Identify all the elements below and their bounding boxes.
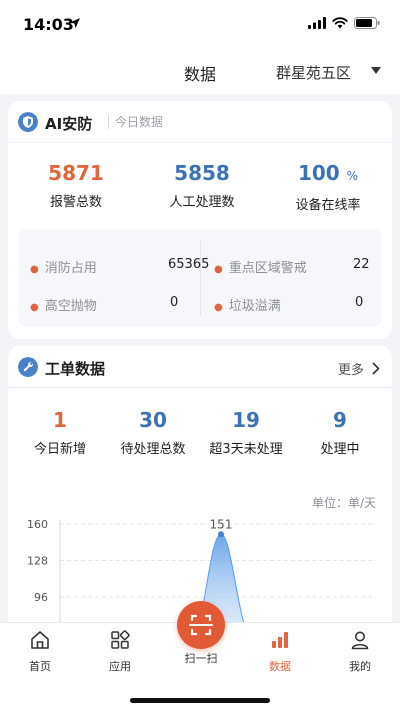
tab-data[interactable]: 数据 <box>250 629 310 674</box>
tab-home[interactable]: 首页 <box>10 629 70 674</box>
stat-label: 报警总数 <box>49 195 102 210</box>
wifi-icon <box>332 17 348 29</box>
stat-value: 100 % <box>280 161 376 188</box>
chart-y-tick-label: 128 <box>27 555 48 568</box>
alarm-name: 消防占用 <box>44 261 97 276</box>
stat-value: 9 <box>333 408 347 432</box>
stat-alarm-total[interactable]: 5871 报警总数 <box>28 161 124 210</box>
chart-y-tick-label: 96 <box>34 591 48 604</box>
stat-number: 100 <box>297 161 340 185</box>
alarm-item-garbage-overflow[interactable]: ● 垃圾溢满 <box>214 295 281 314</box>
ai-security-card: AI安防 今日数据 5871 报警总数 5858 人工处理数 100 % 设备在… <box>8 101 392 339</box>
chart-peak-point <box>218 531 224 538</box>
divider <box>200 241 201 315</box>
stat-label: 待处理总数 <box>120 442 186 457</box>
alarm-value: 0 <box>355 295 364 310</box>
chart-y-tick-label: 160 <box>27 518 48 531</box>
status-time: 14:03 <box>23 15 74 34</box>
bullet-dot-icon: ● <box>30 302 39 313</box>
stat-today-new[interactable]: 1 今日新增 <box>20 408 100 457</box>
alarm-name: 垃圾溢满 <box>228 299 281 314</box>
ai-security-header: AI安防 今日数据 <box>8 101 392 143</box>
chart-peak-label: 151 <box>210 517 233 531</box>
stat-device-online-rate[interactable]: 100 % 设备在线率 <box>280 161 376 213</box>
scan-button[interactable] <box>177 601 225 649</box>
stat-value: 5871 <box>48 161 104 185</box>
alarm-breakdown: ● 消防占用 65365 ● 重点区域警戒 22 ● 高空抛物 0 ● 垃圾溢满 0 <box>18 229 382 327</box>
stat-unit: % <box>346 169 359 183</box>
caret-down-icon <box>371 67 381 74</box>
alarm-value: 65365 <box>168 257 210 272</box>
tab-label: 我的 <box>349 660 371 673</box>
stat-pending-total[interactable]: 30 待处理总数 <box>108 408 198 457</box>
shield-icon <box>18 112 38 132</box>
stat-label: 处理中 <box>320 442 360 457</box>
tab-label: 首页 <box>29 660 51 673</box>
stat-manual-processed[interactable]: 5858 人工处理数 <box>154 161 250 210</box>
alarm-value: 22 <box>353 257 370 272</box>
chart-unit-label: 单位：单/天 <box>311 496 376 510</box>
alarm-item-key-area-warning[interactable]: ● 重点区域警戒 <box>214 257 307 276</box>
home-icon <box>31 631 49 649</box>
scan-icon <box>189 614 213 636</box>
stat-value: 1 <box>53 408 67 432</box>
chevron-right-icon <box>372 362 380 375</box>
bullet-dot-icon: ● <box>214 302 223 313</box>
work-order-title: 工单数据 <box>45 360 106 378</box>
ai-security-subtitle: 今日数据 <box>108 115 163 129</box>
stat-in-progress[interactable]: 9 处理中 <box>300 408 380 457</box>
tab-label: 数据 <box>269 660 291 673</box>
bullet-dot-icon: ● <box>214 264 223 275</box>
status-bar: 14:03 <box>0 0 400 48</box>
more-button[interactable]: 更多 <box>338 359 380 378</box>
signal-icon <box>308 17 326 29</box>
location-arrow-icon <box>70 18 80 28</box>
stat-value: 5858 <box>174 161 230 185</box>
status-icons <box>308 17 380 29</box>
stat-label: 超3天未处理 <box>209 442 283 457</box>
tab-apps[interactable]: 应用 <box>90 629 150 674</box>
alarm-item-high-altitude-throwing[interactable]: ● 高空抛物 <box>30 295 97 314</box>
tab-label: 应用 <box>109 660 131 673</box>
bar-chart-icon <box>272 632 288 648</box>
apps-grid-icon <box>111 630 130 649</box>
stat-value: 19 <box>232 408 260 432</box>
battery-icon <box>354 17 380 29</box>
bullet-dot-icon: ● <box>30 264 39 275</box>
stat-label: 人工处理数 <box>169 195 235 210</box>
app-header: 数据 群星苑五区 <box>0 48 400 94</box>
stat-value: 30 <box>139 408 167 432</box>
wrench-icon <box>18 357 38 377</box>
community-selector[interactable]: 群星苑五区 <box>276 62 381 83</box>
alarm-name: 重点区域警戒 <box>228 261 307 276</box>
alarm-name: 高空抛物 <box>44 299 97 314</box>
scan-label: 扫一扫 <box>184 652 218 665</box>
community-name: 群星苑五区 <box>276 64 352 82</box>
user-icon <box>351 631 369 650</box>
stat-overdue-3-days[interactable]: 19 超3天未处理 <box>200 408 292 457</box>
home-indicator <box>130 698 270 703</box>
tab-mine[interactable]: 我的 <box>330 629 390 674</box>
work-order-card: 工单数据 更多 1 今日新增 30 待处理总数 19 超3天未处理 9 处理中 … <box>8 346 392 636</box>
alarm-value: 0 <box>170 295 179 310</box>
work-order-header: 工单数据 更多 <box>8 346 392 388</box>
stat-label: 今日新增 <box>33 442 86 457</box>
more-label: 更多 <box>337 363 364 378</box>
ai-security-title: AI安防 <box>45 115 93 133</box>
stat-label: 设备在线率 <box>295 198 361 213</box>
alarm-item-fire-occupancy[interactable]: ● 消防占用 <box>30 257 97 276</box>
